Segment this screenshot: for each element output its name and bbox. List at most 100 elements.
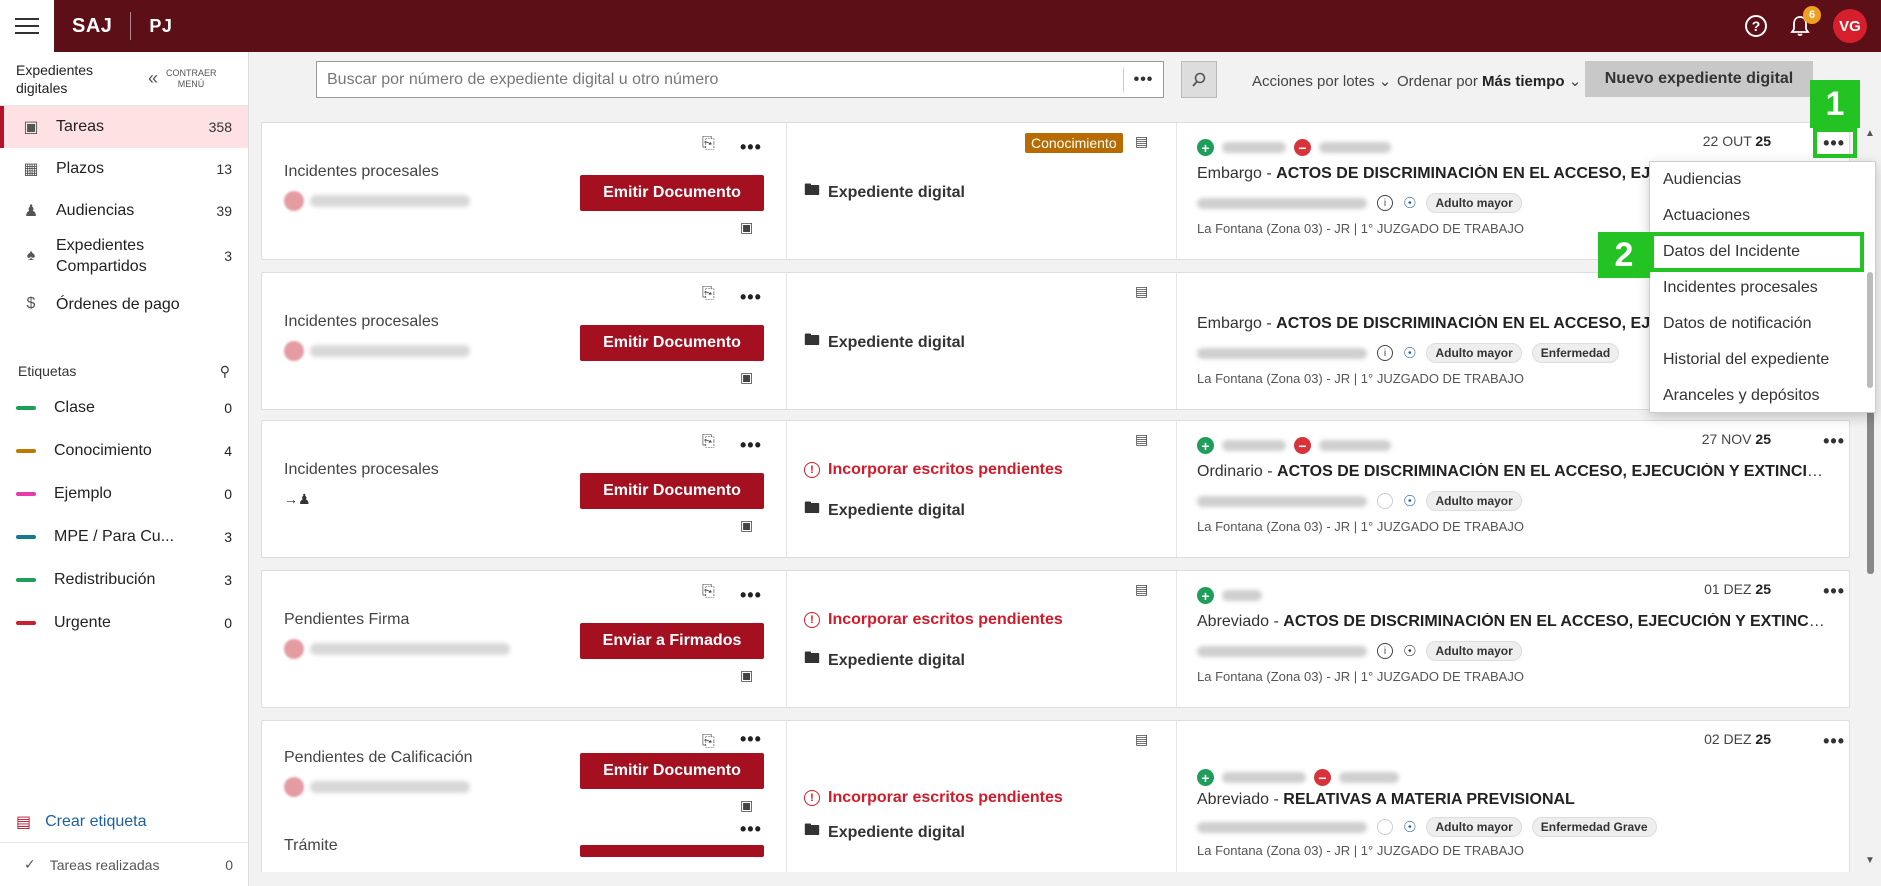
card-date: 02 DEZ 25 (1704, 731, 1771, 747)
info-icon[interactable] (1377, 819, 1393, 835)
scroll-down-icon[interactable]: ▼ (1865, 855, 1875, 866)
case-meta: i ☉ Adulto mayor Enfermedad (1197, 343, 1620, 363)
expediente-digital-link[interactable]: 🖿 Expediente digital (804, 819, 965, 846)
case-kind: Ordinario (1197, 463, 1263, 480)
batch-actions-dropdown[interactable]: Acciones por lotes ⌄ (1252, 72, 1391, 90)
tag-item-urgente[interactable]: Urgente 0 (0, 601, 248, 644)
check-icon: ✓ (24, 856, 36, 872)
task-card[interactable]: Incidentes procesales →♟ ⎘ ••• Emitir Do… (261, 420, 1850, 558)
notifications-button[interactable]: 6 (1789, 6, 1821, 38)
hamburger-menu-button[interactable] (0, 0, 54, 52)
defendant-icon: − (1294, 139, 1311, 156)
task-card[interactable]: Pendientes Firma ⎘ ••• Enviar a Firmados… (261, 570, 1850, 708)
card-more-button[interactable]: ••• (740, 819, 762, 840)
scroll-up-icon[interactable]: ▲ (1865, 128, 1875, 139)
info-icon[interactable] (1377, 493, 1393, 509)
network-icon[interactable]: ☉ (1403, 818, 1416, 836)
new-expediente-button[interactable]: Nuevo expediente digital (1585, 61, 1813, 97)
emit-document-button[interactable]: Emitir Documento (580, 325, 764, 361)
menu-item-audiencias[interactable]: Audiencias (1650, 162, 1875, 198)
document-clock-icon[interactable]: ⎘ (702, 135, 715, 153)
tag-item-mpe[interactable]: MPE / Para Cu... 3 (0, 515, 248, 558)
step-2-callout: 2 (1598, 232, 1650, 278)
search-icon[interactable]: ⚲ (220, 363, 230, 380)
menu-item-incidentes-procesales[interactable]: Incidentes procesales (1650, 270, 1875, 306)
done-tasks-item[interactable]: ✓ Tareas realizadas 0 (0, 842, 249, 886)
emit-document-button-secondary[interactable] (580, 845, 764, 857)
emit-document-button[interactable]: Emitir Documento (580, 473, 764, 509)
collapse-menu-button[interactable]: « CONTRAER MENÚ (148, 68, 217, 90)
tag-item-redistribucion[interactable]: Redistribución 3 (0, 558, 248, 601)
screen-add-icon[interactable]: ▤ (1135, 431, 1148, 448)
brand-logo[interactable]: SAJ (72, 15, 112, 38)
search-field[interactable]: Buscar por número de expediente digital … (316, 61, 1164, 98)
case-title[interactable]: Ordinario - ACTOS DE DISCRIMINACIÓN EN E… (1197, 463, 1827, 481)
help-icon[interactable]: ? (1745, 15, 1767, 37)
card-more-button[interactable]: ••• (740, 585, 762, 606)
document-clock-icon[interactable]: ⎘ (702, 433, 715, 451)
case-more-button[interactable]: ••• (1823, 731, 1845, 752)
sort-dropdown[interactable]: Ordenar por Más tiempo ⌄ (1397, 72, 1581, 90)
sidebar-item-ordenes-de-pago[interactable]: $ Órdenes de pago (0, 280, 248, 328)
card-more-button[interactable]: ••• (740, 435, 762, 456)
incorporate-writings-link[interactable]: ! Incorporar escritos pendientes (804, 461, 1063, 479)
add-screen-icon[interactable]: ▣ (740, 797, 753, 814)
create-tag-link[interactable]: ▤ Crear etiqueta (16, 812, 147, 832)
sidebar-item-tareas[interactable]: ▣ Tareas 358 (0, 106, 248, 148)
tag-item-clase[interactable]: Clase 0 (0, 386, 248, 429)
card-date: 22 OUT 25 (1703, 133, 1771, 149)
tag-item-conocimiento[interactable]: Conocimiento 4 (0, 429, 248, 472)
search-button[interactable] (1181, 61, 1217, 98)
emit-document-button[interactable]: Emitir Documento (580, 175, 764, 211)
case-more-button[interactable]: ••• (1823, 431, 1845, 452)
card-more-button[interactable]: ••• (740, 137, 762, 158)
incorporate-writings-link[interactable]: ! Incorporar escritos pendientes (804, 611, 1063, 629)
task-card[interactable]: Incidentes procesales ⎘ ••• Emitir Docum… (261, 272, 1850, 410)
emit-document-button[interactable]: Emitir Documento (580, 753, 764, 789)
case-title[interactable]: Abreviado - RELATIVAS A MATERIA PREVISIO… (1197, 791, 1827, 809)
screen-add-icon[interactable]: ▤ (1135, 283, 1148, 300)
assign-user-icon[interactable]: →♟ (284, 491, 311, 508)
expediente-digital-link[interactable]: 🖿 Expediente digital (804, 329, 965, 356)
card-more-button[interactable]: ••• (740, 287, 762, 308)
incorporate-writings-link[interactable]: ! Incorporar escritos pendientes (804, 789, 1063, 807)
network-icon[interactable]: ☉ (1403, 344, 1416, 362)
network-icon[interactable]: ☉ (1403, 194, 1416, 212)
assigned-person (284, 191, 470, 211)
case-more-button[interactable]: ••• (1823, 581, 1845, 602)
menu-item-aranceles[interactable]: Aranceles y depósitos (1650, 378, 1875, 414)
sidebar-item-audiencias[interactable]: ♟ Audiencias 39 (0, 190, 248, 232)
user-avatar[interactable]: VG (1833, 9, 1867, 43)
screen-add-icon[interactable]: ▤ (1135, 731, 1148, 748)
search-input[interactable]: Buscar por número de expediente digital … (317, 71, 1123, 89)
expediente-digital-link[interactable]: 🖿 Expediente digital (804, 497, 965, 524)
case-title[interactable]: Abreviado - ACTOS DE DISCRIMINACIÓN EN E… (1197, 613, 1827, 631)
document-clock-icon[interactable]: ⎘ (702, 285, 715, 303)
add-screen-icon[interactable]: ▣ (740, 369, 753, 386)
sidebar-item-expedientes-compartidos[interactable]: ♠ Expedientes Compartidos 3 (0, 232, 248, 280)
menu-item-historial[interactable]: Historial del expediente (1650, 342, 1875, 378)
network-icon[interactable]: ☉ (1403, 492, 1416, 510)
document-clock-icon[interactable]: ⎘ (702, 733, 715, 751)
add-screen-icon[interactable]: ▣ (740, 219, 753, 236)
info-icon[interactable]: i (1377, 643, 1393, 659)
menu-scrollbar[interactable] (1867, 272, 1873, 388)
card-more-button[interactable]: ••• (740, 729, 762, 750)
add-screen-icon[interactable]: ▣ (740, 667, 753, 684)
network-icon[interactable]: ☉ (1403, 642, 1416, 660)
document-clock-icon[interactable]: ⎘ (702, 583, 715, 601)
screen-add-icon[interactable]: ▤ (1135, 133, 1148, 150)
info-icon[interactable]: i (1377, 345, 1393, 361)
info-icon[interactable]: i (1377, 195, 1393, 211)
screen-add-icon[interactable]: ▤ (1135, 581, 1148, 598)
expediente-digital-link[interactable]: 🖿 Expediente digital (804, 179, 965, 206)
sidebar-item-plazos[interactable]: ▦ Plazos 13 (0, 148, 248, 190)
expediente-digital-link[interactable]: 🖿 Expediente digital (804, 647, 965, 674)
task-card[interactable]: Pendientes de Calificación ⎘ ••• Emitir … (261, 720, 1850, 872)
tag-item-ejemplo[interactable]: Ejemplo 0 (0, 472, 248, 515)
menu-item-datos-notificacion[interactable]: Datos de notificación (1650, 306, 1875, 342)
menu-item-actuaciones[interactable]: Actuaciones (1650, 198, 1875, 234)
add-screen-icon[interactable]: ▣ (740, 517, 753, 534)
search-more-button[interactable]: ••• (1123, 67, 1163, 92)
send-to-signed-button[interactable]: Enviar a Firmados (580, 623, 764, 659)
